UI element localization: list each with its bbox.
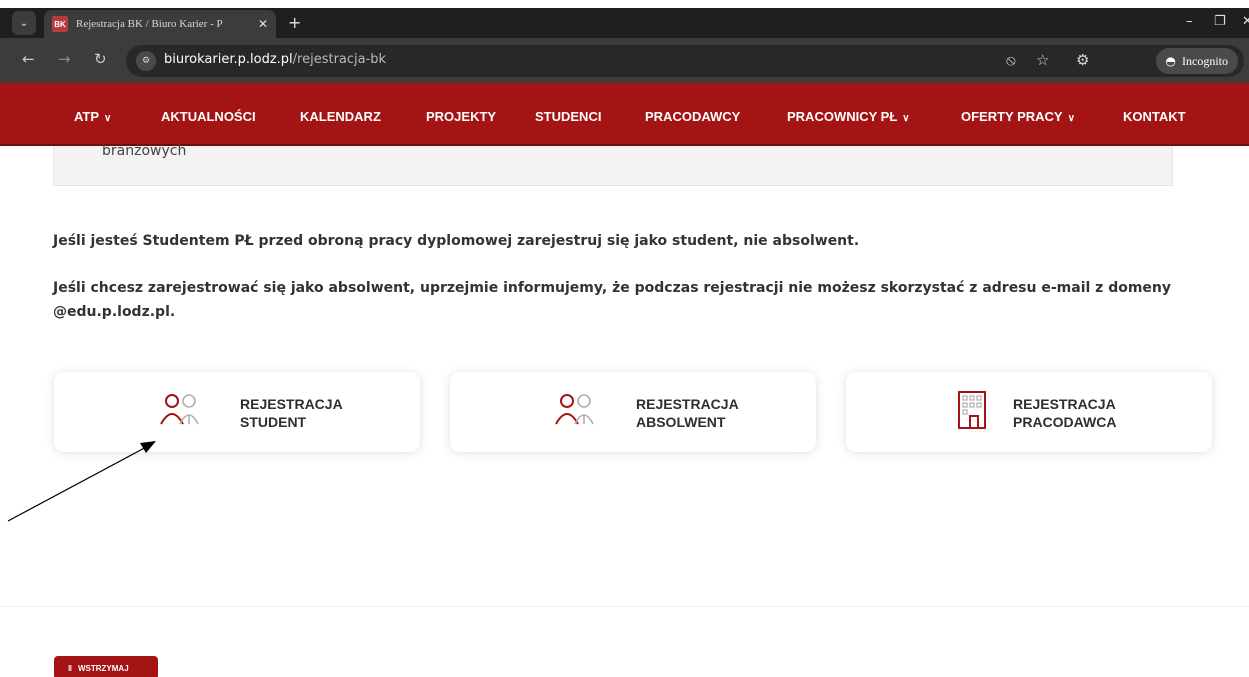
annotation-arrow-icon (7, 441, 156, 522)
pause-icon: ‖ (68, 663, 72, 673)
footer-divider (0, 606, 1249, 607)
pause-button[interactable]: ‖ WSTRZYMAJ (54, 656, 158, 677)
pause-label: WSTRZYMAJ (77, 663, 129, 673)
